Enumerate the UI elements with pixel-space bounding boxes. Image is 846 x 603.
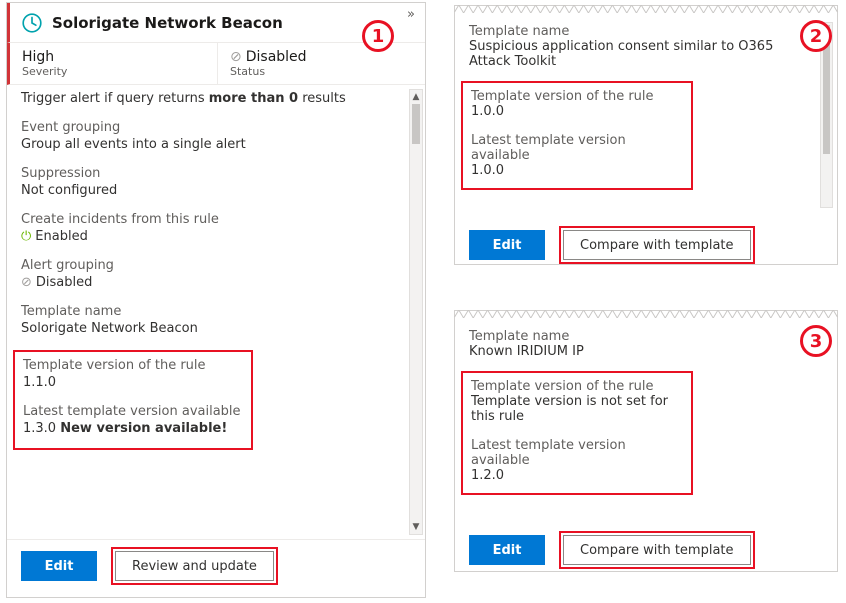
card-footer: Edit Compare with template (469, 521, 823, 569)
disabled-icon: ⊘ (230, 50, 242, 64)
compare-highlight: Compare with template (559, 226, 755, 264)
rule-version-label: Template version of the rule (471, 379, 683, 394)
template-name-label: Template name (21, 304, 411, 319)
status-cell: ⊘Disabled Status (218, 43, 425, 84)
version-highlight-box: Template version of the rule Template ve… (461, 371, 693, 495)
template-name-label: Template name (469, 24, 823, 39)
severity-value: High (22, 49, 205, 65)
rule-version-value: Template version is not set for this rul… (471, 394, 683, 424)
template-name-value: Known IRIDIUM IP (469, 344, 823, 359)
scroll-up-icon[interactable]: ▲ (410, 90, 422, 104)
template-name-label: Template name (469, 329, 823, 344)
trigger-text: Trigger alert if query returns more than… (21, 91, 411, 106)
card-top-edge (454, 310, 838, 318)
panel-footer: Edit Review and update (7, 540, 425, 592)
latest-version-label: Latest template version available (471, 438, 683, 468)
severity-status-row: High Severity ⊘Disabled Status (7, 43, 425, 85)
rule-details-panel: Solorigate Network Beacon » High Severit… (6, 2, 426, 598)
scroll-thumb[interactable] (412, 104, 420, 144)
event-grouping-value: Group all events into a single alert (21, 137, 411, 152)
severity-cell: High Severity (10, 43, 218, 84)
status-label: Status (230, 65, 413, 78)
disabled-icon: ⊘ (21, 275, 32, 290)
compare-highlight: Compare with template (559, 531, 755, 569)
edit-button[interactable]: Edit (469, 230, 545, 260)
event-grouping-label: Event grouping (21, 120, 411, 135)
alert-grouping-value: ⊘Disabled (21, 275, 411, 290)
rule-version-value: 1.0.0 (471, 104, 683, 119)
create-incidents-label: Create incidents from this rule (21, 212, 411, 227)
latest-version-label: Latest template version available (471, 133, 683, 163)
create-incidents-value: ⏻Enabled (21, 229, 411, 244)
review-update-highlight: Review and update (111, 547, 278, 585)
callout-2: 2 (800, 20, 832, 52)
edit-button[interactable]: Edit (469, 535, 545, 565)
scheduled-rule-icon (20, 11, 44, 35)
rule-details-body: Trigger alert if query returns more than… (7, 85, 425, 540)
latest-version-label: Latest template version available (23, 404, 243, 419)
template-name-value: Suspicious application consent similar t… (469, 39, 809, 69)
template-card-2: Template name Suspicious application con… (454, 5, 838, 265)
version-highlight-box: Template version of the rule 1.1.0 Lates… (13, 350, 253, 450)
suppression-label: Suppression (21, 166, 411, 181)
rule-version-label: Template version of the rule (471, 89, 683, 104)
rule-version-label: Template version of the rule (23, 358, 243, 373)
details-scrollbar[interactable]: ▲ ▼ (409, 89, 423, 535)
alert-grouping-label: Alert grouping (21, 258, 411, 273)
status-value: ⊘Disabled (230, 49, 413, 65)
template-card-3: Template name Known IRIDIUM IP Template … (454, 310, 838, 572)
card-footer: Edit Compare with template (469, 216, 823, 264)
enabled-icon: ⏻ (21, 229, 31, 244)
version-highlight-box: Template version of the rule 1.0.0 Lates… (461, 81, 693, 190)
template-name-value: Solorigate Network Beacon (21, 321, 411, 336)
callout-3: 3 (800, 325, 832, 357)
latest-version-value: 1.3.0 New version available! (23, 421, 243, 436)
rule-title: Solorigate Network Beacon (52, 14, 283, 32)
compare-template-button[interactable]: Compare with template (563, 535, 751, 565)
review-update-button[interactable]: Review and update (115, 551, 274, 581)
rule-version-value: 1.1.0 (23, 375, 243, 390)
latest-version-value: 1.0.0 (471, 163, 683, 178)
severity-label: Severity (22, 65, 205, 78)
callout-1: 1 (362, 20, 394, 52)
compare-template-button[interactable]: Compare with template (563, 230, 751, 260)
suppression-value: Not configured (21, 183, 411, 198)
latest-version-value: 1.2.0 (471, 468, 683, 483)
edit-button[interactable]: Edit (21, 551, 97, 581)
collapse-panel-icon[interactable]: » (407, 7, 415, 22)
scroll-down-icon[interactable]: ▼ (410, 520, 422, 534)
card-top-edge (454, 5, 838, 13)
